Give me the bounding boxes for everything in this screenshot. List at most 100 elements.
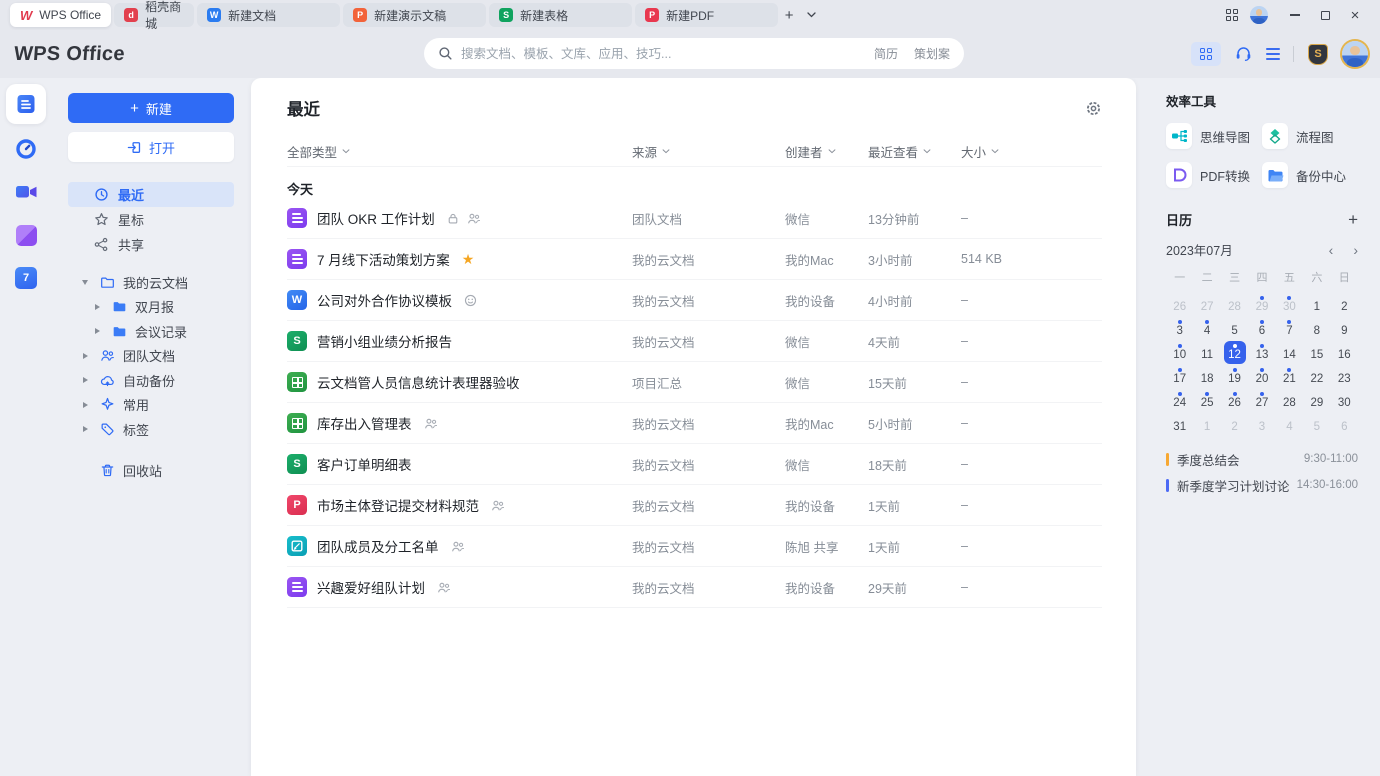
calendar-day[interactable]: 30 bbox=[1276, 293, 1303, 316]
sidebar-item-最近[interactable]: 最近 bbox=[68, 182, 234, 207]
search-hotword[interactable]: 简历 bbox=[874, 45, 898, 62]
app-tab[interactable]: W WPS Office bbox=[10, 3, 112, 27]
rail-item-apps[interactable] bbox=[6, 215, 46, 255]
calendar-day[interactable]: 13 bbox=[1248, 341, 1275, 364]
calendar-day[interactable]: 6 bbox=[1248, 317, 1275, 340]
calendar-day[interactable]: 16 bbox=[1331, 341, 1358, 364]
tree-item-常用[interactable]: 常用 bbox=[68, 393, 234, 418]
sidebar-item-共享[interactable]: 共享 bbox=[68, 232, 234, 257]
calendar-day[interactable]: 2 bbox=[1221, 413, 1248, 436]
calendar-day[interactable]: 27 bbox=[1248, 389, 1275, 412]
tree-item-标签[interactable]: 标签 bbox=[68, 417, 234, 442]
table-row[interactable]: 库存出入管理表 我的云文档 我的Mac 5小时前 – bbox=[287, 403, 1102, 444]
rail-item-docs-home[interactable] bbox=[6, 84, 46, 124]
caret-right-icon[interactable] bbox=[79, 401, 91, 408]
calendar-day[interactable]: 26 bbox=[1221, 389, 1248, 412]
tool-PDF转换[interactable]: PDF转换 bbox=[1166, 162, 1262, 188]
support-headset-icon[interactable] bbox=[1234, 45, 1253, 63]
calendar-day[interactable]: 27 bbox=[1193, 293, 1220, 316]
calendar-day[interactable]: 3 bbox=[1248, 413, 1275, 436]
table-row[interactable]: 7 月线下活动策划方案 ★ 我的云文档 我的Mac 3小时前 514 KB bbox=[287, 239, 1102, 280]
calendar-day[interactable]: 15 bbox=[1303, 341, 1330, 364]
app-tab[interactable]: P 新建演示文稿 bbox=[343, 3, 487, 27]
calendar-day[interactable]: 30 bbox=[1331, 389, 1358, 412]
calendar-day[interactable]: 5 bbox=[1221, 317, 1248, 340]
tree-item-团队文档[interactable]: 团队文档 bbox=[68, 344, 234, 369]
tree-item-我的云文档[interactable]: 我的云文档 bbox=[68, 270, 234, 295]
list-settings-gear-icon[interactable] bbox=[1085, 100, 1102, 117]
calendar-day[interactable]: 12 bbox=[1221, 341, 1248, 364]
search-input[interactable] bbox=[461, 46, 866, 61]
close-button[interactable]: × bbox=[1340, 3, 1370, 27]
calendar-day[interactable]: 28 bbox=[1276, 389, 1303, 412]
app-center-icon[interactable] bbox=[1191, 42, 1221, 66]
calendar-day[interactable]: 22 bbox=[1303, 365, 1330, 388]
table-row[interactable]: 云文档管人员信息统计表理器验收 项目汇总 微信 15天前 – bbox=[287, 362, 1102, 403]
maximize-button[interactable] bbox=[1310, 3, 1340, 27]
member-badge-icon[interactable]: S bbox=[1307, 43, 1329, 65]
calendar-next-button[interactable]: › bbox=[1353, 242, 1358, 258]
table-row[interactable]: 兴趣爱好组队计划 我的云文档 我的设备 29天前 – bbox=[287, 567, 1102, 608]
table-row[interactable]: W 公司对外合作协议模板 我的云文档 我的设备 4小时前 – bbox=[287, 280, 1102, 321]
titlebar-avatar[interactable] bbox=[1250, 6, 1268, 24]
calendar-day[interactable]: 20 bbox=[1248, 365, 1275, 388]
app-tab[interactable]: S 新建表格 bbox=[489, 3, 633, 27]
new-document-button[interactable]: + 新建 bbox=[68, 93, 234, 123]
caret-right-icon[interactable] bbox=[79, 352, 91, 359]
sidebar-item-星标[interactable]: 星标 bbox=[68, 207, 234, 232]
filter-最近查看[interactable]: 最近查看 bbox=[868, 142, 961, 161]
filter-创建者[interactable]: 创建者 bbox=[785, 142, 868, 161]
calendar-event[interactable]: 新季度学习计划讨论 14:30-16:00 bbox=[1166, 472, 1358, 498]
caret-right-icon[interactable] bbox=[79, 377, 91, 384]
table-row[interactable]: P 市场主体登记提交材料规范 我的云文档 我的设备 1天前 – bbox=[287, 485, 1102, 526]
calendar-day[interactable]: 29 bbox=[1248, 293, 1275, 316]
calendar-day[interactable]: 2 bbox=[1331, 293, 1358, 316]
calendar-day[interactable]: 8 bbox=[1303, 317, 1330, 340]
caret-down-icon[interactable] bbox=[79, 279, 91, 285]
tool-备份中心[interactable]: 备份中心 bbox=[1262, 162, 1358, 188]
caret-right-icon[interactable] bbox=[79, 426, 91, 433]
tree-item-自动备份[interactable]: 自动备份 bbox=[68, 368, 234, 393]
calendar-day[interactable]: 5 bbox=[1303, 413, 1330, 436]
tool-流程图[interactable]: 流程图 bbox=[1262, 123, 1358, 149]
table-row[interactable]: S 营销小组业绩分析报告 我的云文档 微信 4天前 – bbox=[287, 321, 1102, 362]
open-file-button[interactable]: 打开 bbox=[68, 132, 234, 162]
search-bar[interactable]: 简历策划案 bbox=[424, 38, 964, 69]
calendar-day[interactable]: 7 bbox=[1276, 317, 1303, 340]
tool-思维导图[interactable]: 思维导图 bbox=[1166, 123, 1262, 149]
filter-全部类型[interactable]: 全部类型 bbox=[287, 142, 632, 161]
calendar-day[interactable]: 17 bbox=[1166, 365, 1193, 388]
calendar-day[interactable]: 14 bbox=[1276, 341, 1303, 364]
calendar-day[interactable]: 1 bbox=[1193, 413, 1220, 436]
calendar-day[interactable]: 21 bbox=[1276, 365, 1303, 388]
calendar-day[interactable]: 19 bbox=[1221, 365, 1248, 388]
calendar-day[interactable]: 11 bbox=[1193, 341, 1220, 364]
workspace-grid-icon[interactable] bbox=[1226, 9, 1238, 21]
calendar-day[interactable]: 10 bbox=[1166, 341, 1193, 364]
calendar-day[interactable]: 23 bbox=[1331, 365, 1358, 388]
app-tab[interactable]: W 新建文档 bbox=[197, 3, 341, 27]
star-icon[interactable]: ★ bbox=[462, 252, 475, 266]
rail-item-schedule[interactable] bbox=[6, 129, 46, 169]
table-row[interactable]: 团队成员及分工名单 我的云文档 陈旭 共享 1天前 – bbox=[287, 526, 1102, 567]
calendar-day[interactable]: 26 bbox=[1166, 293, 1193, 316]
calendar-day[interactable]: 18 bbox=[1193, 365, 1220, 388]
caret-right-icon[interactable] bbox=[91, 303, 103, 310]
rail-item-calendar[interactable]: 7 bbox=[6, 258, 46, 298]
caret-right-icon[interactable] bbox=[91, 328, 103, 335]
calendar-day[interactable]: 3 bbox=[1166, 317, 1193, 340]
app-tab[interactable]: P 新建PDF bbox=[635, 3, 779, 27]
calendar-day[interactable]: 29 bbox=[1303, 389, 1330, 412]
tree-item-双月报[interactable]: 双月报 bbox=[68, 295, 234, 320]
calendar-day[interactable]: 31 bbox=[1166, 413, 1193, 436]
calendar-day[interactable]: 28 bbox=[1221, 293, 1248, 316]
global-menu-icon[interactable] bbox=[1266, 48, 1280, 60]
calendar-day[interactable]: 9 bbox=[1331, 317, 1358, 340]
calendar-day[interactable]: 6 bbox=[1331, 413, 1358, 436]
calendar-prev-button[interactable]: ‹ bbox=[1329, 242, 1334, 258]
table-row[interactable]: S 客户订单明细表 我的云文档 微信 18天前 – bbox=[287, 444, 1102, 485]
app-tab[interactable]: d 稻壳商城 bbox=[114, 0, 195, 31]
filter-来源[interactable]: 来源 bbox=[632, 142, 785, 161]
tab-list-chevron-icon[interactable] bbox=[800, 4, 822, 26]
filter-大小[interactable]: 大小 bbox=[961, 142, 1102, 161]
